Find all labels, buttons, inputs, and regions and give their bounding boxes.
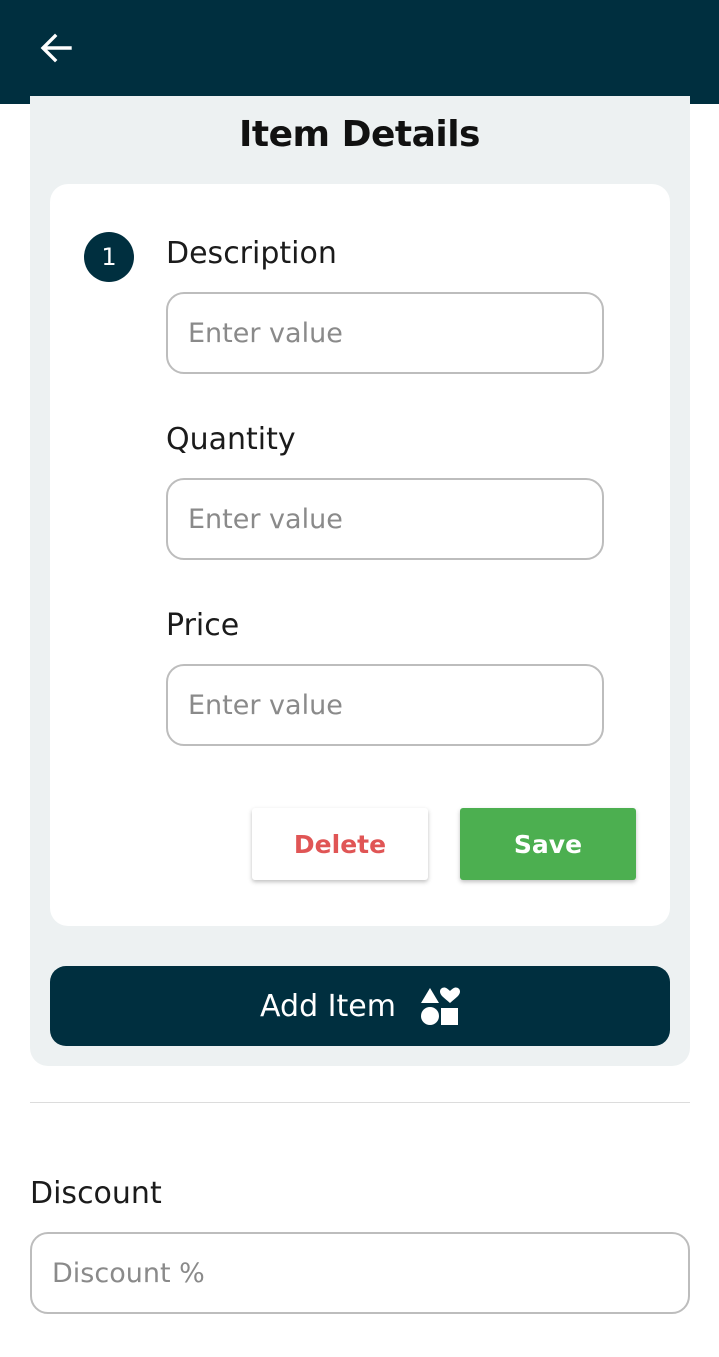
price-label: Price <box>166 608 240 643</box>
save-button[interactable]: Save <box>460 808 636 880</box>
discount-label: Discount <box>30 1176 162 1211</box>
top-app-bar <box>0 0 719 104</box>
section-divider <box>30 1102 690 1103</box>
quantity-input[interactable] <box>166 478 604 560</box>
add-item-button[interactable]: Add Item <box>50 966 670 1046</box>
panel-title: Item Details <box>239 114 480 155</box>
add-item-label: Add Item <box>260 988 396 1024</box>
discount-input[interactable] <box>30 1232 690 1314</box>
arrow-left-icon <box>40 33 72 63</box>
delete-button[interactable]: Delete <box>252 808 428 880</box>
back-button[interactable] <box>30 24 82 72</box>
step-number-badge: 1 <box>84 232 134 282</box>
description-input[interactable] <box>166 292 604 374</box>
description-label: Description <box>166 236 337 271</box>
price-input[interactable] <box>166 664 604 746</box>
shapes-icon <box>420 987 460 1025</box>
quantity-label: Quantity <box>166 422 296 457</box>
